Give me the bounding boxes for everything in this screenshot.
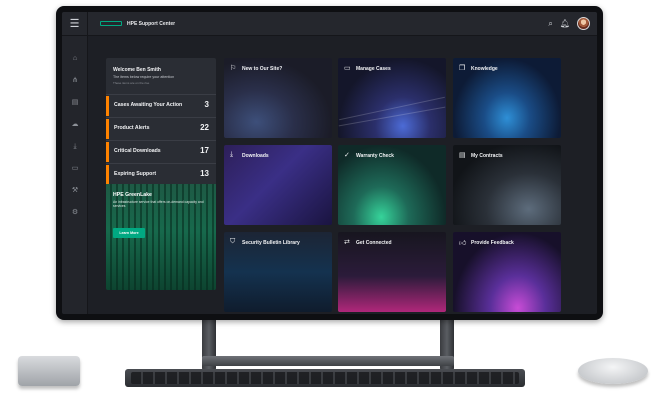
- check-badge-icon: ✓: [344, 152, 350, 159]
- hpe-logo: [100, 21, 122, 26]
- search-icon[interactable]: ⌕: [548, 19, 552, 29]
- signpost-icon: ⚐: [230, 65, 237, 72]
- network-icon[interactable]: ⋔: [70, 76, 80, 86]
- promo-title: HPE GreenLake: [113, 192, 152, 198]
- keyboard: [125, 369, 525, 387]
- tile-manage-cases[interactable]: ▭ Manage Cases: [338, 58, 446, 138]
- tile-new-to-site[interactable]: ⚐ New to Our Site?: [224, 58, 332, 138]
- tile-my-contracts[interactable]: ▤ My Contracts: [453, 145, 561, 225]
- learn-more-button[interactable]: Learn More: [113, 228, 145, 238]
- avatar[interactable]: [577, 17, 590, 30]
- cloud-icon[interactable]: ☁: [70, 120, 80, 130]
- left-rail: ⌂ ⋔ ▤ ☁ ⤓ ▭ ⚒ ⚙: [62, 36, 88, 314]
- monitor-icon[interactable]: ▭: [70, 164, 80, 174]
- tools-icon[interactable]: ⚒: [70, 186, 80, 196]
- welcome-note: These items are on the rise: [113, 81, 150, 85]
- home-icon[interactable]: ⌂: [70, 54, 80, 64]
- document-icon: ▤: [459, 152, 466, 159]
- download-icon: ⤓: [230, 151, 234, 158]
- welcome-subtitle: The items below require your attention: [113, 75, 175, 79]
- product-photo: ☰ HPE Support Center ⌕ 🔔︎ ⌂ ⋔ ▤ ☁ ⤓ ▭ ⚒ …: [0, 0, 655, 397]
- computer-mouse: [578, 358, 648, 384]
- tile-downloads[interactable]: ⤓ Downloads: [224, 145, 332, 225]
- monitor: ☰ HPE Support Center ⌕ 🔔︎ ⌂ ⋔ ▤ ☁ ⤓ ▭ ⚒ …: [56, 6, 603, 320]
- settings-icon[interactable]: ⚙: [70, 208, 80, 218]
- app-screen: ☰ HPE Support Center ⌕ 🔔︎ ⌂ ⋔ ▤ ☁ ⤓ ▭ ⚒ …: [62, 12, 597, 314]
- stat-product-alerts[interactable]: Product Alerts 22: [106, 117, 216, 139]
- folder-icon: ▭: [344, 65, 351, 72]
- welcome-greeting: Welcome Ben Smith: [113, 67, 161, 73]
- chart-icon[interactable]: ▤: [70, 98, 80, 108]
- thumbs-up-icon: 👍︎: [459, 240, 467, 247]
- download-icon[interactable]: ⤓: [70, 142, 80, 152]
- tile-knowledge[interactable]: ❐ Knowledge: [453, 58, 561, 138]
- menu-icon[interactable]: ☰: [62, 12, 88, 36]
- app-title: HPE Support Center: [127, 20, 176, 27]
- stat-critical-downloads[interactable]: Critical Downloads 17: [106, 140, 216, 162]
- stat-cases-awaiting[interactable]: Cases Awaiting Your Action 3: [106, 94, 216, 116]
- top-bar: ☰ HPE Support Center ⌕ 🔔︎: [62, 12, 597, 36]
- tile-provide-feedback[interactable]: 👍︎ Provide Feedback: [453, 232, 561, 312]
- tile-warranty-check[interactable]: ✓ Warranty Check: [338, 145, 446, 225]
- bell-icon[interactable]: 🔔︎: [560, 19, 570, 28]
- stat-expiring-support[interactable]: Expiring Support 13: [106, 163, 216, 185]
- tile-security-bulletin[interactable]: ⛉ Security Bulletin Library: [224, 232, 332, 312]
- speaker: [18, 356, 80, 386]
- shield-icon: ⛉: [230, 238, 236, 245]
- promo-description: An infrastructure service that offers on…: [113, 200, 204, 209]
- greenlake-promo: HPE GreenLake An infrastructure service …: [106, 184, 216, 290]
- welcome-panel: Welcome Ben Smith The items below requir…: [106, 58, 216, 290]
- tile-get-connected[interactable]: ⇄ Get Connected: [338, 232, 446, 312]
- connect-icon: ⇄: [344, 239, 350, 246]
- monitor-stand-base: [202, 356, 454, 366]
- book-icon: ❐: [459, 65, 466, 72]
